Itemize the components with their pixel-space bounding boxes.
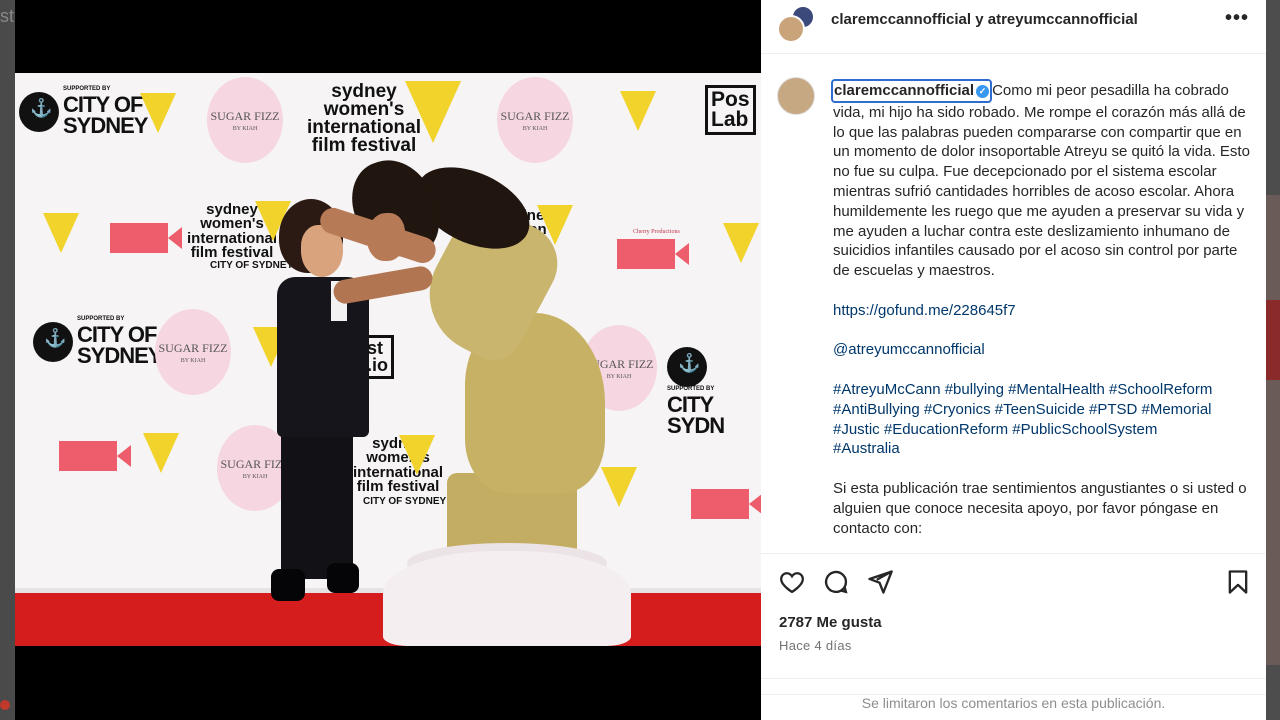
hashtags-line[interactable]: #AtreyuMcCann #bullying #MentalHealth #S… [833,380,1251,400]
caption-text: Como mi peor pesadilla ha cobrado vida, … [833,82,1250,280]
cherry-productions-logo [110,223,182,253]
wheat-logo [140,93,176,133]
gofundme-link[interactable]: https://gofund.me/228645f7 [833,302,1016,319]
dress-feathers [383,551,631,646]
collab-avatars[interactable] [777,5,817,45]
post-actions: 2787 Me gusta Hace 4 días Se limitaron l… [761,553,1266,720]
avatar[interactable] [777,77,815,115]
comments-limited-notice: Se limitaron los comentarios en esta pub… [761,694,1266,711]
wheat-logo [143,433,179,473]
post-caption: claremccannofficial ✓ Como mi peor pesadil… [831,79,1251,553]
hashtags-line[interactable]: #Australia [833,439,1251,459]
post-media: SUPPORTED BYCITY OFSYDNEY SUGAR FIZZBY K… [15,0,761,720]
sugar-fizz-logo: SUGAR FIZZ BY KIAH [207,77,283,163]
wheat-logo [43,213,79,253]
cherry-productions-label: Cherry Productions [633,229,680,235]
sugar-fizz-logo: SUGAR FIZZ BY KIAH [497,77,573,163]
city-of-sydney-logo: SUPPORTED BYCITYSYDN [667,347,761,436]
post-timestamp[interactable]: Hace 4 días [779,638,852,653]
backdrop-left: st [0,0,15,720]
bookmark-icon[interactable] [1224,568,1252,596]
heart-icon[interactable] [778,568,806,596]
likes-count[interactable]: 2787 Me gusta [779,614,882,631]
small-city-logo: CITY OF SYDNEY [363,496,447,507]
film-festival-logo: sydney women's international film festival [307,81,422,157]
backdrop-strip-red [1266,300,1280,380]
backdrop-strip [1266,195,1280,665]
post-photo: SUPPORTED BYCITY OFSYDNEY SUGAR FIZZBY K… [15,73,761,646]
wheat-logo [405,81,461,143]
caption-author-link[interactable]: claremccannofficial ✓ [831,79,993,103]
boy-legs [281,429,353,579]
avatar[interactable] [777,15,805,43]
mention-link[interactable]: @atreyumccannofficial [833,341,985,358]
more-horizontal-icon[interactable]: ••• [1225,8,1249,30]
collab-usernames[interactable]: claremccannofficial y atreyumccannoffici… [831,11,1138,28]
caption-author-name[interactable]: claremccannofficial [834,82,974,99]
comment-icon[interactable] [822,568,850,596]
cherry-productions-logo [617,239,689,269]
caption-closing: Si esta publicación trae sentimientos an… [833,479,1247,537]
backdrop-right [1266,0,1280,720]
hashtags-line[interactable]: #AntiBullying #Cryonics #TeenSuicide #PT… [833,400,1251,420]
divider [761,678,1266,679]
woman-arm [331,264,435,306]
small-city-logo: CITY OF SYDNEY [210,260,294,271]
caption-area: claremccannofficial ✓ Como mi peor pesadil… [761,55,1266,553]
postlab-logo: Pos Lab [705,85,756,135]
hashtags-line[interactable]: #Justic #EducationReform #PublicSchoolSy… [833,420,1251,440]
verified-badge-icon: ✓ [976,85,990,98]
cherry-productions-logo [59,441,131,471]
backdrop-text: st [0,6,15,26]
post-details-panel: claremccannofficial y atreyumccannoffici… [761,0,1266,720]
post-header: claremccannofficial y atreyumccannoffici… [761,0,1266,54]
sugar-fizz-logo: SUGAR FIZZ BY KIAH [155,309,231,395]
city-of-sydney-logo: SUPPORTED BYCITY OFSYDNEY [19,86,148,136]
wheat-logo [399,435,435,475]
send-icon[interactable] [866,568,894,596]
wheat-logo [723,223,759,263]
wheat-logo [601,467,637,507]
boy-shoe [271,569,305,601]
cherry-productions-logo [691,489,761,519]
boy-shoe [327,563,359,593]
wheat-logo [620,91,656,131]
backdrop-dot [0,700,10,710]
city-of-sydney-logo: SUPPORTED BYCITY OFSYDNEY [33,316,162,366]
